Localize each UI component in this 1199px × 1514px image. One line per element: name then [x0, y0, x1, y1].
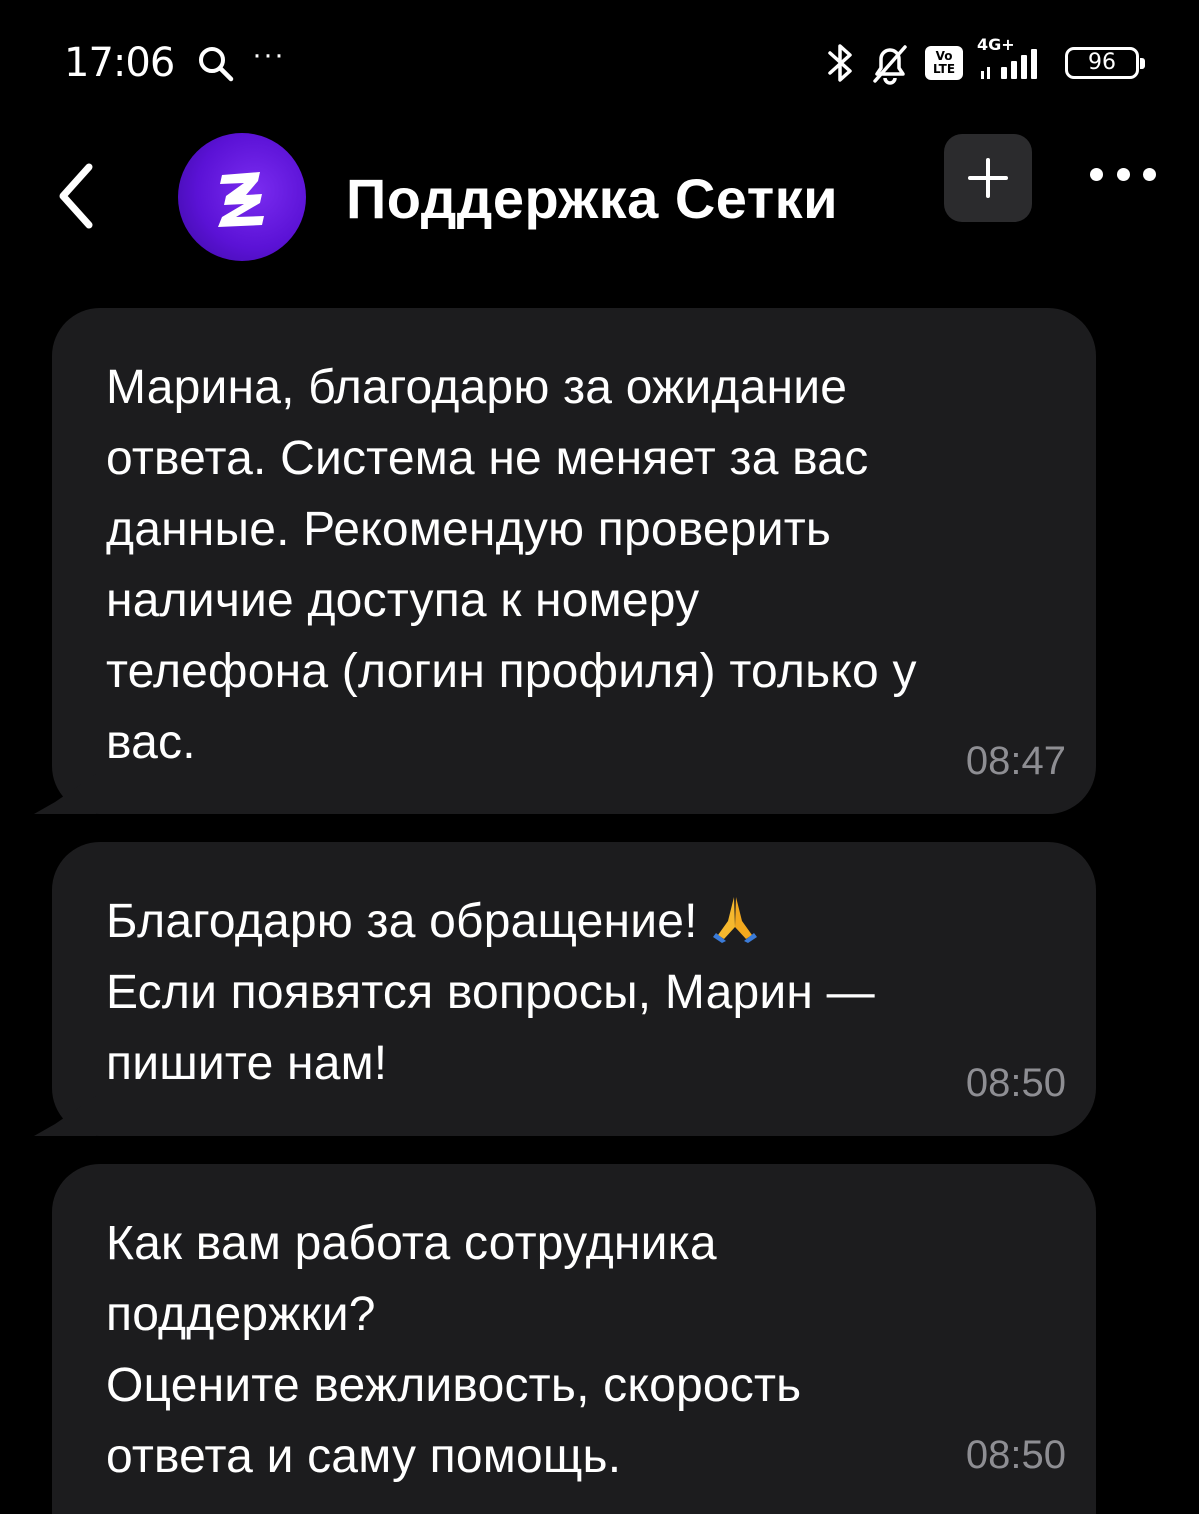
message-text: Благодарю за обращение! Если появятся во… [106, 886, 976, 1099]
avatar[interactable] [178, 133, 306, 261]
folded-hands-icon [712, 897, 757, 943]
status-more-icon: ··· [252, 38, 285, 71]
message-bubble[interactable]: Как вам работа сотрудника поддержки? Оце… [52, 1164, 1096, 1514]
volte-bottom: LTE [932, 62, 956, 76]
chat-title: Поддержка Сетки [346, 167, 839, 230]
more-horizontal-icon [1143, 167, 1156, 181]
message-text-line: Благодарю за обращение! [106, 895, 698, 948]
bluetooth-icon [828, 44, 852, 82]
network-type: 4G+ [977, 35, 1015, 54]
search-icon [199, 47, 234, 82]
chat-header: Поддержка Сетки [0, 120, 1199, 280]
message-text-rest: Если появятся вопросы, Марин — пишите на… [106, 966, 875, 1090]
message-bubble[interactable]: Благодарю за обращение! Если появятся во… [52, 842, 1096, 1136]
message-bubble[interactable]: Марина, благодарю за ожидание ответа. Си… [52, 308, 1096, 814]
more-horizontal-icon [1090, 167, 1103, 181]
plus-icon [968, 158, 1008, 198]
message-text: Как вам работа сотрудника поддержки? Оце… [106, 1217, 802, 1483]
volte-icon: Vo LTE [925, 46, 963, 80]
chevron-left-icon [59, 163, 93, 229]
more-menu-button[interactable] [1090, 154, 1156, 194]
status-icons: Vo LTE 4G+ 96 [825, 35, 1145, 88]
message-time: 08:50 [965, 1433, 1066, 1477]
chat-screen: 17:06 ··· Vo LTE 4G+ 96 Поддержка Сетки … [0, 0, 1199, 1514]
message-time: 08:47 [965, 739, 1066, 783]
battery-icon: 96 [1065, 47, 1145, 79]
status-time: 17:06 [64, 40, 175, 86]
add-button[interactable] [944, 134, 1032, 222]
message-time: 08:50 [965, 1061, 1066, 1105]
signal-icon: 4G+ [977, 35, 1051, 85]
message-text: Марина, благодарю за ожидание ответа. Си… [106, 361, 917, 769]
battery-level: 96 [1088, 50, 1116, 75]
more-horizontal-icon [1116, 167, 1130, 181]
bell-muted-icon [873, 45, 907, 85]
status-bar: 17:06 ··· Vo LTE 4G+ 96 [0, 0, 1199, 120]
setka-logo-icon [218, 172, 264, 227]
back-button[interactable] [40, 156, 110, 236]
